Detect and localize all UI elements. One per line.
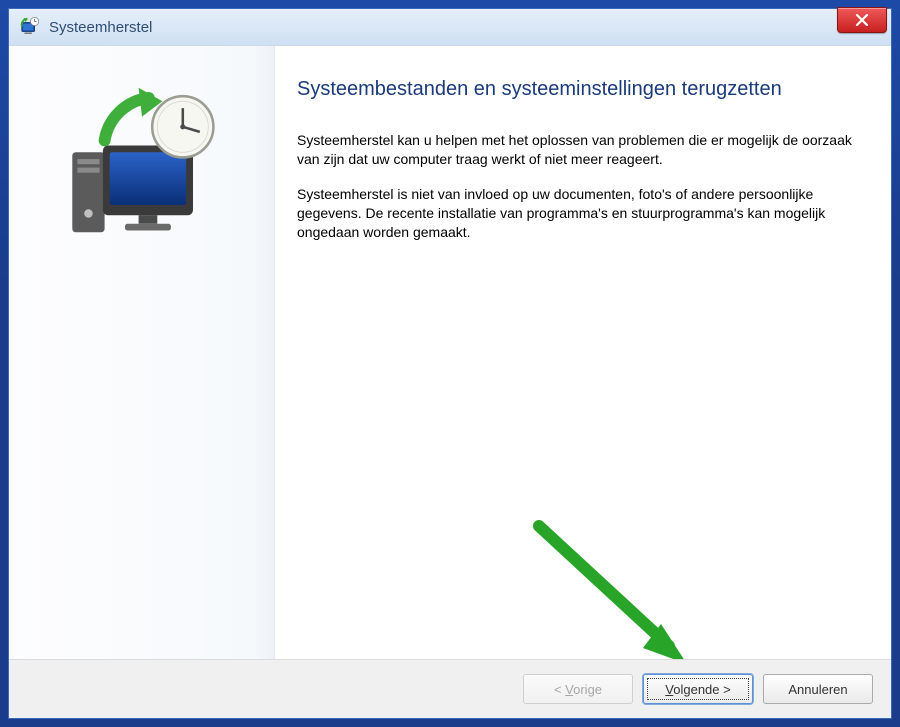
back-button-rest: orige — [573, 682, 602, 697]
back-button: < Vorige — [523, 674, 633, 704]
system-restore-icon — [19, 16, 41, 38]
dialog-window: Systeemherstel — [8, 8, 892, 719]
wizard-paragraph-1: Systeemherstel kan u helpen met het oplo… — [297, 131, 855, 169]
back-button-mnemonic: V — [565, 682, 573, 697]
wizard-content-pane: Systeembestanden en systeeminstellingen … — [275, 46, 891, 659]
wizard-heading: Systeembestanden en systeeminstellingen … — [297, 76, 837, 103]
system-restore-illustration-icon — [57, 86, 227, 256]
cancel-button-label: Annuleren — [788, 682, 847, 697]
wizard-illustration-pane — [9, 46, 275, 659]
wizard-footer: < Vorige Volgende > Annuleren — [9, 659, 891, 718]
close-button[interactable] — [837, 7, 887, 33]
titlebar: Systeemherstel — [9, 9, 891, 46]
wizard-body: Systeembestanden en systeeminstellingen … — [9, 46, 891, 659]
next-button[interactable]: Volgende > — [643, 674, 753, 704]
window-title: Systeemherstel — [49, 19, 152, 36]
next-button-rest: olgende > — [673, 682, 730, 697]
wizard-paragraph-2: Systeemherstel is niet van invloed op uw… — [297, 185, 855, 242]
cancel-button[interactable]: Annuleren — [763, 674, 873, 704]
close-icon — [855, 14, 869, 26]
window-frame: Systeemherstel — [0, 0, 900, 727]
back-button-prefix: < — [554, 682, 565, 697]
